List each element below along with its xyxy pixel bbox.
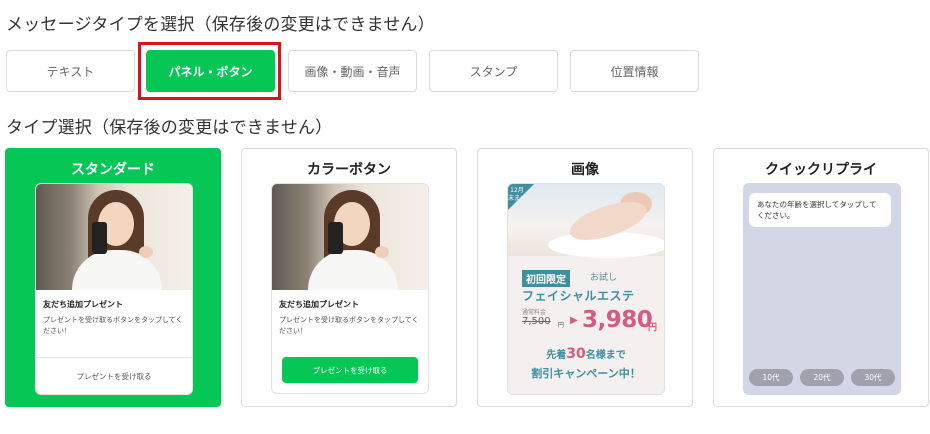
promo-tag: 初回限定 <box>522 270 570 287</box>
promo-regular-label: 通常料金 <box>522 309 547 316</box>
tab-image-video-audio[interactable]: 画像・動画・音声 <box>288 50 417 92</box>
tab-text[interactable]: テキスト <box>6 50 135 92</box>
type-title-color-button: カラーボタン <box>307 162 391 178</box>
promo-new-price: 3,980 <box>582 307 653 333</box>
preview-action-button: プレゼントを受け取る <box>282 357 418 383</box>
type-title-standard: スタンダード <box>71 162 155 178</box>
type-title-quick-reply: クイックリプライ <box>765 162 877 178</box>
type-card-standard[interactable]: スタンダード 友だち追加プレゼント プレゼントを受け取るボタンをタップしてくださ… <box>5 148 221 407</box>
type-title-image: 画像 <box>571 162 599 178</box>
promo-trial: お試し <box>590 273 618 283</box>
preview-heading: 友だち追加プレゼント <box>43 300 123 309</box>
standard-preview: 友だち追加プレゼント プレゼントを受け取るボタンをタップしてください！ プレゼン… <box>35 183 193 395</box>
tab-location[interactable]: 位置情報 <box>570 50 699 92</box>
color-button-preview: 友だち追加プレゼント プレゼントを受け取るボタンをタップしてください！ プレゼン… <box>271 183 429 394</box>
quick-reply-chip: 20代 <box>800 369 844 386</box>
promo-limit: 先着30名様まで <box>546 346 626 362</box>
preview-text: プレゼントを受け取るボタンをタップしてください！ <box>43 316 183 335</box>
type-card-image[interactable]: 画像 12月末まで 初回限定 お試し フェイシャルエステ 通常料金 7,500 … <box>477 148 693 407</box>
woman-photo <box>36 184 192 290</box>
type-select-heading: タイプ選択（保存後の変更はできません） <box>6 118 333 138</box>
promo-new-unit: 円 <box>648 323 658 333</box>
promo-badge: 12月末まで <box>508 184 534 210</box>
quick-reply-preview: あなたの年齢を選択してタップしてください。 10代 20代 30代 <box>743 183 901 395</box>
quick-reply-chip: 10代 <box>749 369 793 386</box>
preview-heading: 友だち追加プレゼント <box>279 300 359 309</box>
promo-old-price: 7,500 <box>522 316 551 327</box>
quick-reply-chip: 30代 <box>851 369 895 386</box>
promo-campaign: 割引キャンペーン中！ <box>531 367 641 380</box>
arrow-right-icon: ▶ <box>570 315 578 326</box>
chat-bubble: あなたの年齢を選択してタップしてください。 <box>749 193 891 227</box>
woman-photo <box>272 184 428 290</box>
tab-stamp[interactable]: スタンプ <box>429 50 558 92</box>
preview-text: プレゼントを受け取るボタンをタップしてください！ <box>279 316 419 335</box>
selection-highlight <box>138 42 281 100</box>
image-preview: 12月末まで 初回限定 お試し フェイシャルエステ 通常料金 7,500 円 ▶… <box>507 183 665 395</box>
promo-service: フェイシャルエステ <box>522 289 635 303</box>
type-card-color-button[interactable]: カラーボタン 友だち追加プレゼント プレゼントを受け取るボタンをタップしてくださ… <box>241 148 457 407</box>
facial-photo: 12月末まで <box>508 184 664 258</box>
type-card-quick-reply[interactable]: クイックリプライ あなたの年齢を選択してタップしてください。 10代 20代 3… <box>713 148 929 407</box>
promo-old-unit: 円 <box>558 322 565 329</box>
message-type-heading: メッセージタイプを選択（保存後の変更はできません） <box>6 15 435 35</box>
preview-action-link: プレゼントを受け取る <box>36 357 192 394</box>
